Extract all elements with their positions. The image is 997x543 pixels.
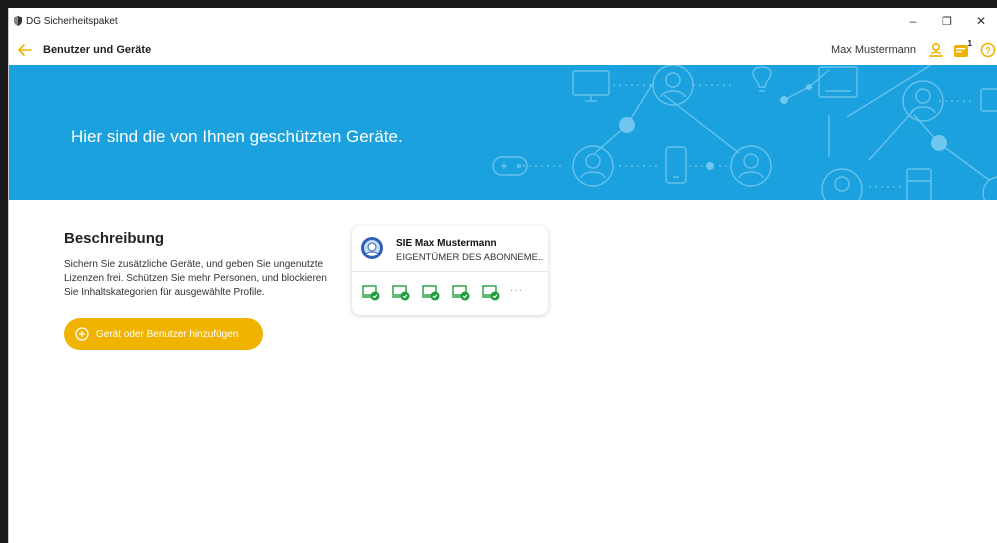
- description-line: Sie Inhaltskategorien für ausgewählte Pr…: [64, 287, 265, 298]
- description-title: Beschreibung: [64, 230, 165, 247]
- description-text: Sichern Sie zusätzliche Geräte, und gebe…: [64, 258, 334, 300]
- user-card[interactable]: SIE Max Mustermann EIGENTÜMER DES ABONNE…: [352, 226, 548, 315]
- protected-device-icon[interactable]: [362, 285, 380, 301]
- more-devices-icon[interactable]: ···: [510, 285, 523, 296]
- notification-card-icon[interactable]: 1: [952, 38, 972, 60]
- shield-icon: [11, 8, 25, 34]
- app-window: DG Sicherheitspaket – ❐ ✕ Benutzer und G…: [8, 8, 997, 543]
- close-button[interactable]: ✕: [964, 8, 997, 34]
- banner-headline: Hier sind die von Ihnen geschützten Gerä…: [71, 127, 403, 146]
- page-title: Benutzer und Geräte: [43, 43, 152, 56]
- protected-device-icon[interactable]: [482, 285, 500, 301]
- user-name[interactable]: Max Mustermann: [831, 44, 916, 56]
- header-bar: Benutzer und Geräte Max Mustermann 1 ?: [9, 34, 997, 65]
- add-button-label: Gerät oder Benutzer hinzufügen: [96, 328, 239, 340]
- notification-badge: 1: [967, 38, 972, 48]
- user-icon[interactable]: [926, 40, 946, 60]
- restore-button[interactable]: ❐: [930, 8, 964, 34]
- card-user-role: EIGENTÜMER DES ABONNEME...: [396, 252, 544, 263]
- add-device-or-user-button[interactable]: Gerät oder Benutzer hinzufügen: [64, 318, 263, 350]
- minimize-button[interactable]: –: [896, 8, 930, 34]
- divider: [352, 271, 548, 272]
- device-list: ···: [362, 285, 523, 301]
- back-arrow-icon[interactable]: [13, 38, 37, 62]
- description-line: Sichern Sie zusätzliche Geräte, und gebe…: [64, 259, 324, 270]
- protected-device-icon[interactable]: [422, 285, 440, 301]
- svg-text:?: ?: [985, 45, 991, 55]
- protected-device-icon[interactable]: [392, 285, 410, 301]
- protected-device-icon[interactable]: [452, 285, 470, 301]
- plus-circle-icon: [74, 326, 90, 342]
- card-user-name: SIE Max Mustermann: [396, 238, 497, 249]
- hero-banner: Hier sind die von Ihnen geschützten Gerä…: [9, 65, 997, 200]
- window-title: DG Sicherheitspaket: [26, 15, 118, 27]
- title-bar: DG Sicherheitspaket – ❐ ✕: [9, 8, 997, 34]
- help-icon[interactable]: ?: [978, 40, 997, 60]
- description-line: Lizenzen frei. Schützen Sie mehr Persone…: [64, 273, 327, 284]
- avatar: [361, 237, 383, 259]
